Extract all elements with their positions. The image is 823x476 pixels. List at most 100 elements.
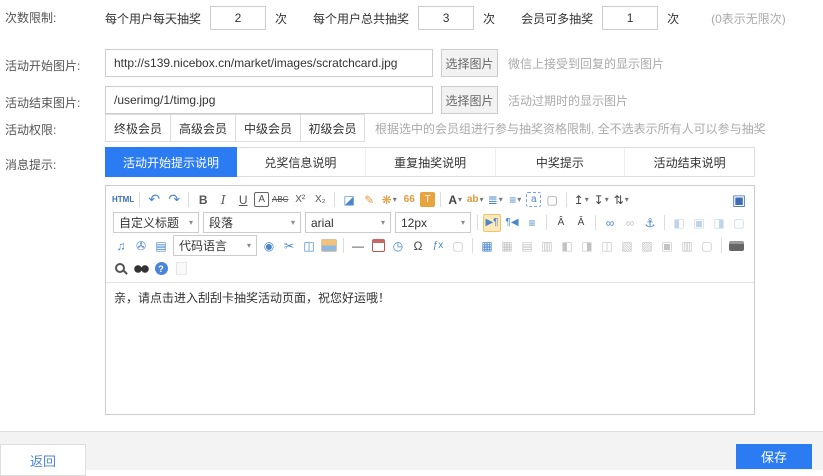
rtl-icon[interactable]: ¶◀: [503, 214, 521, 232]
member-group-button-3[interactable]: 初级会员: [300, 114, 365, 142]
time-icon[interactable]: ◷: [389, 237, 407, 255]
scrawl-icon[interactable]: ❋▾: [380, 191, 398, 209]
font-color-icon[interactable]: A▾: [446, 191, 464, 209]
message-tab-1[interactable]: 兑奖信息说明: [236, 148, 366, 176]
insert-row-above-icon: ▧: [618, 237, 636, 255]
rich-text-editor: HTML↶↷BIUAABCX²X₂◪✎❋▾66TA▾ab▾≣▾≡▾a▢↥▾↧▾⇅…: [105, 185, 755, 415]
search-icon[interactable]: [112, 260, 130, 278]
iframe-icon[interactable]: ◫: [300, 237, 318, 255]
font-border-icon[interactable]: A: [254, 192, 269, 207]
toolbar-separator: [595, 215, 596, 230]
clear-doc-icon[interactable]: ▢: [543, 191, 561, 209]
toolbar-separator: [343, 238, 344, 253]
underline-icon[interactable]: U: [234, 191, 252, 209]
special-char-icon[interactable]: Ω: [409, 237, 427, 255]
custom-title-select[interactable]: 自定义标题▾: [113, 212, 199, 233]
img-align-none-icon: ▢: [730, 214, 748, 232]
para-spacing-bottom-icon[interactable]: ↧▾: [592, 191, 610, 209]
message-tab-2[interactable]: 重复抽奖说明: [366, 148, 496, 176]
line-height-icon[interactable]: ⇅▾: [612, 191, 630, 209]
redo-icon[interactable]: ↷: [165, 191, 183, 209]
end-image-label: 活动结束图片:: [5, 94, 80, 111]
font-family-select[interactable]: arial▾: [305, 212, 391, 233]
anchor-text-icon[interactable]: a: [526, 192, 541, 207]
toolbar-separator: [664, 215, 665, 230]
find-replace-icon[interactable]: [132, 260, 150, 278]
img-align-left-icon: ◧: [670, 214, 688, 232]
source-code-icon[interactable]: HTML: [112, 191, 134, 209]
superscript-icon[interactable]: X²: [291, 191, 309, 209]
highlight-color-icon[interactable]: ab▾: [466, 191, 484, 209]
font-size-select[interactable]: 12px▾: [395, 212, 471, 233]
hr-icon[interactable]: —: [349, 237, 367, 255]
delete-col-icon: ◫: [598, 237, 616, 255]
date-icon[interactable]: [369, 237, 387, 255]
limits-label: 次数限制:: [5, 9, 56, 26]
total-input[interactable]: [418, 6, 474, 30]
toolbar-row-3: ?: [108, 257, 752, 280]
paste-text-icon[interactable]: T: [420, 192, 435, 207]
formula-icon[interactable]: ƒx: [429, 237, 447, 255]
format-painter-icon[interactable]: ✎: [360, 191, 378, 209]
ordered-list-icon[interactable]: ≣▾: [486, 191, 504, 209]
insert-row-below-icon: ▨: [638, 237, 656, 255]
end-image-input[interactable]: [105, 86, 433, 114]
insert-table-icon[interactable]: ▦: [478, 237, 496, 255]
message-tab-0[interactable]: 活动开始提示说明: [105, 147, 237, 177]
start-image-label: 活动开始图片:: [5, 57, 80, 74]
member-extra-input[interactable]: [602, 6, 658, 30]
editor-content-area[interactable]: 亲，请点击进入刮刮卡抽奖活动页面，祝您好运哦！: [106, 283, 754, 418]
unit-label: 次: [483, 10, 495, 27]
print-icon[interactable]: [727, 237, 745, 255]
limits-row: 每个用户每天抽奖 次 每个用户总共抽奖 次 会员可多抽奖 次 (0表示无限次): [105, 4, 786, 32]
message-tab-4[interactable]: 活动结束说明: [625, 148, 754, 176]
italic-icon[interactable]: I: [214, 191, 232, 209]
toolbar-row-0: HTML ↶↷ BIUAABCX²X₂ ◪✎❋▾66T A▾ab▾≣▾≡▾a▢ ↥▾↧▾⇅…: [108, 188, 752, 211]
start-image-input[interactable]: [105, 49, 433, 77]
merge-cells-icon: ▣: [658, 237, 676, 255]
subscript-icon[interactable]: X₂: [311, 191, 329, 209]
insert-template-icon[interactable]: ▤: [152, 237, 170, 255]
anchor-icon[interactable]: ⚓: [641, 214, 659, 232]
end-image-pick-button[interactable]: 选择图片: [441, 86, 498, 114]
toolbar-separator: [440, 192, 441, 207]
undo-icon[interactable]: ↶: [145, 191, 163, 209]
table-sort-icon: ▥: [538, 237, 556, 255]
remove-format-icon[interactable]: ◪: [340, 191, 358, 209]
member-group-button-2[interactable]: 中级会员: [235, 114, 300, 142]
map-icon[interactable]: ◉: [260, 237, 278, 255]
snapshot-icon[interactable]: [320, 237, 338, 255]
per-day-input[interactable]: [210, 6, 266, 30]
attachment-icon[interactable]: ✇: [132, 237, 150, 255]
screenshot-icon[interactable]: ✂: [280, 237, 298, 255]
para-spacing-top-icon[interactable]: ↥▾: [572, 191, 590, 209]
message-tab-3[interactable]: 中奖提示: [496, 148, 626, 176]
member-group-button-1[interactable]: 高级会员: [170, 114, 235, 142]
auto-typeset-icon[interactable]: ≡: [523, 214, 541, 232]
help-icon[interactable]: ?: [152, 260, 170, 278]
bold-icon[interactable]: B: [194, 191, 212, 209]
lowercase-icon[interactable]: Ǎ: [572, 214, 590, 232]
member-group-button-0[interactable]: 终极会员: [105, 114, 170, 142]
start-image-hint: 微信上接受到回复的显示图片: [508, 55, 664, 72]
back-button[interactable]: 返回: [0, 444, 86, 476]
start-image-row: 选择图片 微信上接受到回复的显示图片: [105, 49, 664, 77]
toolbar-separator: [334, 192, 335, 207]
link-icon[interactable]: ∞: [601, 214, 619, 232]
blockquote-icon[interactable]: 66: [400, 191, 418, 209]
total-label: 每个用户总共抽奖: [313, 10, 409, 27]
start-image-pick-button[interactable]: 选择图片: [441, 49, 498, 77]
paragraph-select[interactable]: 段落▾: [203, 212, 301, 233]
uppercase-icon[interactable]: Â: [552, 214, 570, 232]
music-icon[interactable]: ♫: [112, 237, 130, 255]
insert-col-right-icon: ◨: [578, 237, 596, 255]
img-align-right-icon: ◨: [710, 214, 728, 232]
ltr-icon[interactable]: ▶¶: [483, 214, 501, 232]
save-button[interactable]: 保存: [736, 444, 812, 469]
permission-row: 终极会员高级会员中级会员初级会员 根据选中的会员组进行参与抽奖资格限制, 全不选…: [105, 114, 766, 142]
paste-icon: [172, 260, 190, 278]
strikethrough-icon[interactable]: ABC: [271, 191, 289, 209]
unordered-list-icon[interactable]: ≡▾: [506, 191, 524, 209]
code-language-select[interactable]: 代码语言▾: [173, 235, 257, 256]
fullscreen-icon[interactable]: ▣: [730, 191, 748, 209]
